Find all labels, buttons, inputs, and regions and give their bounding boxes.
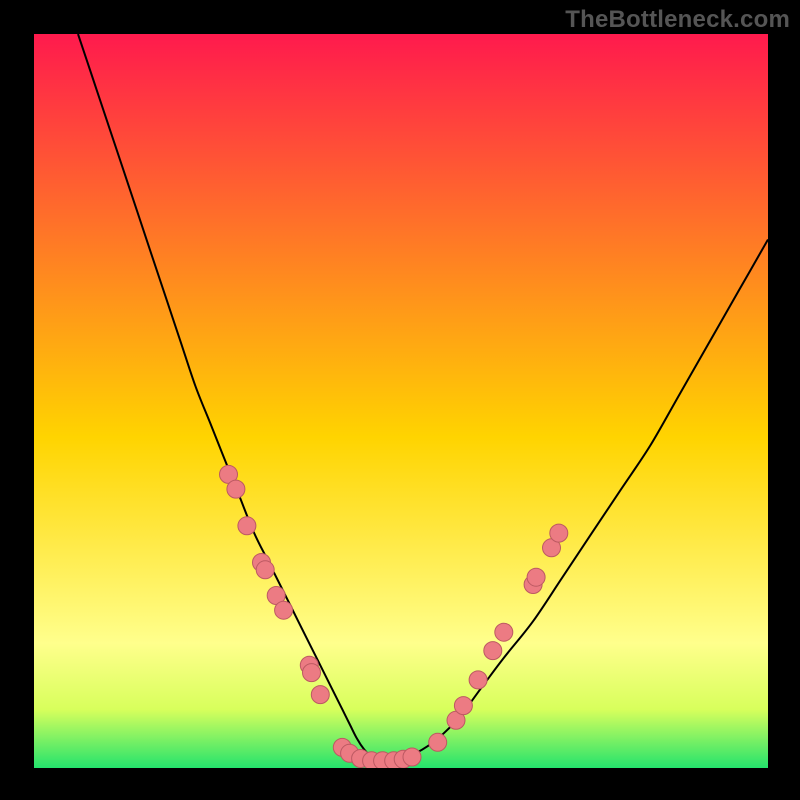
data-marker: [403, 748, 421, 766]
gradient-background: [34, 34, 768, 768]
data-marker: [227, 480, 245, 498]
data-marker: [303, 664, 321, 682]
data-marker: [256, 561, 274, 579]
attribution-text: TheBottleneck.com: [565, 6, 790, 34]
data-marker: [275, 601, 293, 619]
chart-svg: [34, 34, 768, 768]
data-marker: [550, 524, 568, 542]
data-marker: [527, 568, 545, 586]
data-marker: [484, 642, 502, 660]
data-marker: [311, 686, 329, 704]
data-marker: [469, 671, 487, 689]
plot-area: [34, 34, 768, 768]
data-marker: [454, 697, 472, 715]
data-marker: [495, 623, 513, 641]
data-marker: [429, 733, 447, 751]
data-marker: [238, 517, 256, 535]
outer-frame: TheBottleneck.com: [0, 0, 800, 800]
